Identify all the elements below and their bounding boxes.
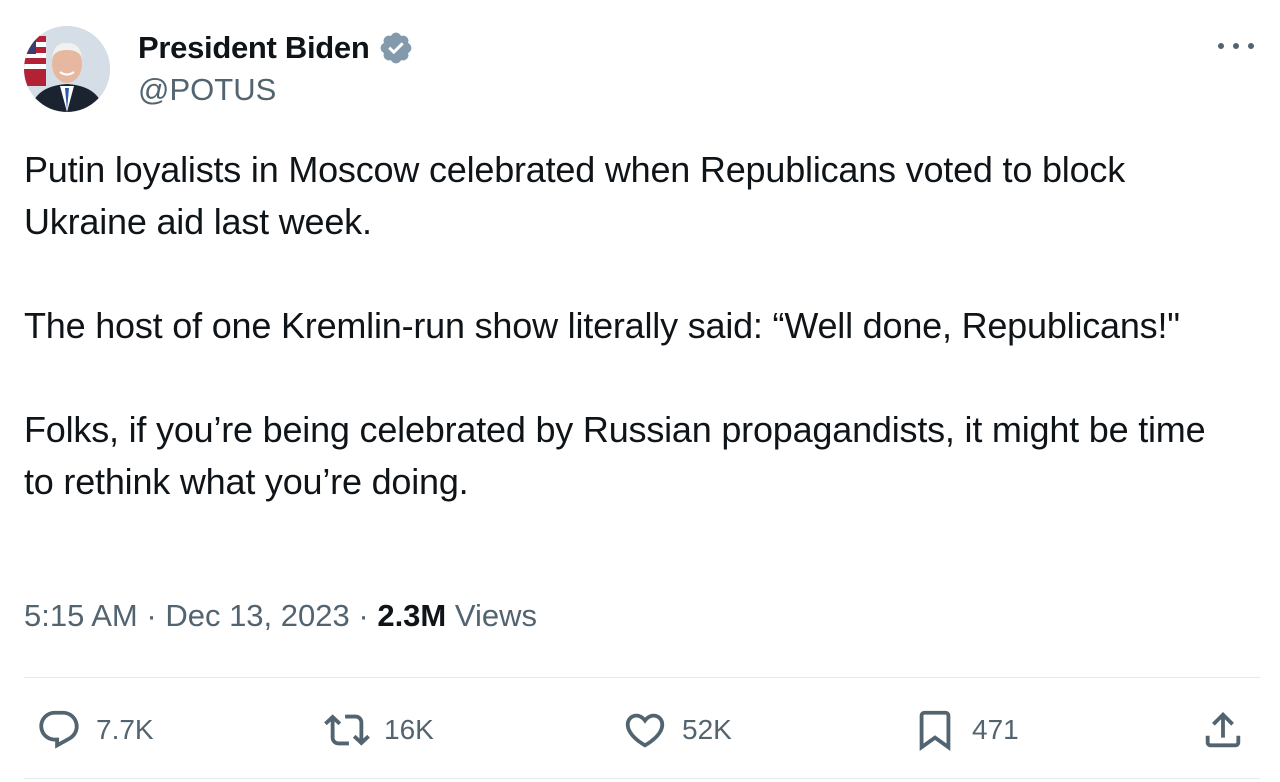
action-bar: 7.7K 16K 52K 471 [24,700,1256,760]
tweet-paragraph: Putin loyalists in Moscow celebrated whe… [24,149,1125,242]
display-name[interactable]: President Biden [138,30,370,66]
share-button[interactable] [1200,700,1246,760]
avatar[interactable] [24,26,110,112]
retweet-count: 16K [384,714,434,745]
author-handle[interactable]: @POTUS [138,72,414,108]
tweet-paragraph: The host of one Kremlin-run show literal… [24,305,1180,346]
more-dot [1248,43,1254,49]
more-dot [1233,43,1239,49]
retweet-icon [324,714,370,746]
views-label: Views [454,598,538,633]
tweet-text: Putin loyalists in Moscow celebrated whe… [24,144,1244,508]
verified-badge-icon[interactable] [378,30,414,66]
like-count: 52K [682,714,732,745]
reply-button[interactable]: 7.7K [36,700,154,760]
meta-separator: · [146,598,157,633]
reply-count: 7.7K [96,714,154,745]
share-icon [1205,711,1241,748]
divider [24,778,1260,779]
tweet: President Biden @POTUS Putin loyalists i… [0,0,1280,782]
more-dot [1218,43,1224,49]
tweet-date[interactable]: Dec 13, 2023 [165,598,349,633]
bookmark-icon [919,710,951,751]
author-block: President Biden @POTUS [138,26,414,108]
reply-icon [39,710,79,749]
more-options-icon[interactable] [1218,36,1254,56]
heart-icon [625,713,665,748]
views-count[interactable]: 2.3M [377,598,446,633]
tweet-time[interactable]: 5:15 AM [24,598,138,633]
display-name-row: President Biden [138,26,414,70]
tweet-header: President Biden @POTUS [24,24,1256,116]
bookmark-button[interactable]: 471 [912,700,1019,760]
tweet-paragraph: Folks, if you’re being celebrated by Rus… [24,409,1206,502]
tweet-meta: 5:15 AM · Dec 13, 2023 · 2.3M Views [24,598,537,634]
avatar-image [24,26,110,112]
retweet-button[interactable]: 16K [324,700,434,760]
bookmark-count: 471 [972,714,1019,745]
divider [24,677,1260,678]
like-button[interactable]: 52K [622,700,732,760]
meta-separator: · [358,598,369,633]
